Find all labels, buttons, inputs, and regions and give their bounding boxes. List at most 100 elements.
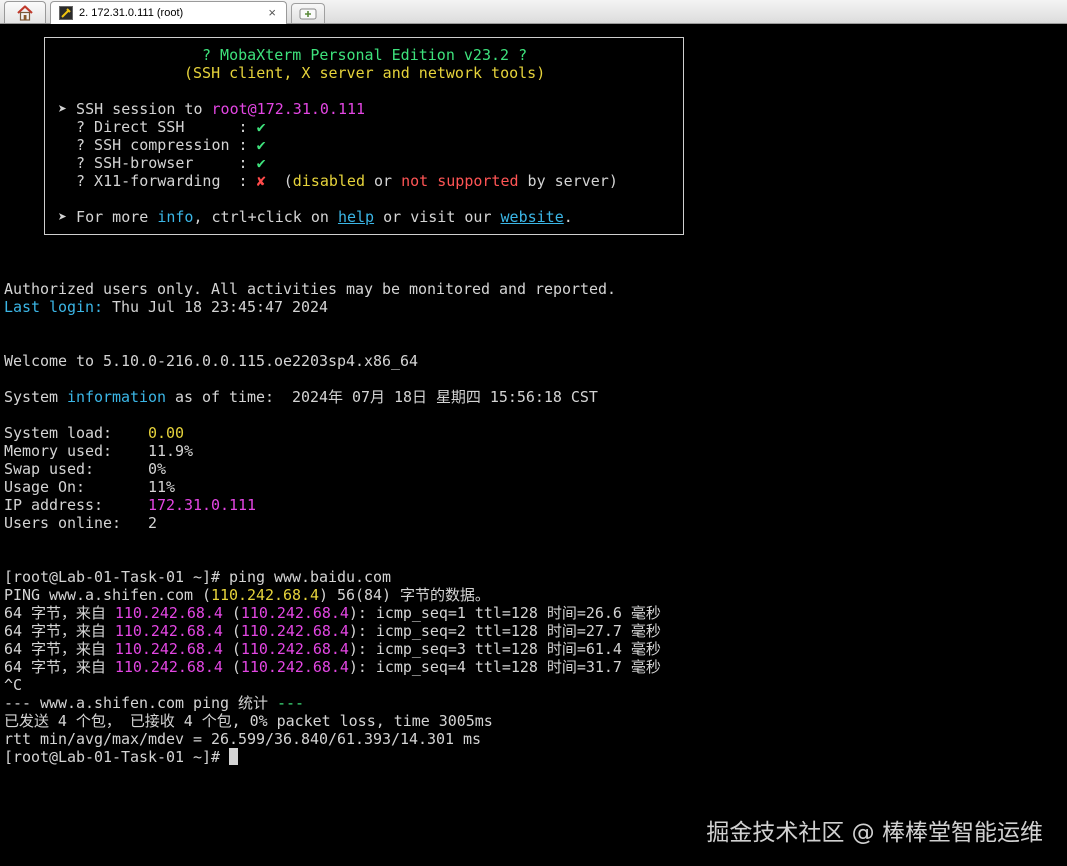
row-label: ? X11-forwarding : <box>76 172 248 190</box>
watermark: 掘金技术社区 @ 棒棒堂智能运维 <box>706 820 1043 846</box>
reply-ip-paren: 110.242.68.4 <box>240 640 349 658</box>
stat-label: System load: <box>4 424 149 442</box>
ping-command-line: [root@Lab-01-Task-01 ~]# ping www.baidu.… <box>4 568 391 586</box>
x11-open: ( <box>283 172 293 190</box>
reply-prefix: 64 字节，来自 <box>4 622 115 640</box>
session-tab-label: 2. 172.31.0.111 (root) <box>79 7 184 19</box>
plus-icon <box>299 8 317 19</box>
reply-open: ( <box>222 604 241 622</box>
stat-value: 11.9% <box>148 442 194 460</box>
ping-header-b: ) 56(84) 字节的数据。 <box>319 586 490 604</box>
session-prefix: ➤ SSH session to <box>58 100 212 118</box>
reply-ip-paren: 110.242.68.4 <box>240 604 349 622</box>
ping-header: PING www.a.shifen.com (110.242.68.4) 56(… <box>4 586 490 604</box>
banner-row-compression: ? SSH compression : ✔ <box>76 136 266 154</box>
interrupt-line: ^C <box>4 676 23 694</box>
cross-icon: ✘ <box>256 172 266 190</box>
stat-value: 11% <box>148 478 176 496</box>
home-icon <box>17 4 33 21</box>
stat-label: Usage On: <box>4 478 149 496</box>
check-icon: ✔ <box>256 136 266 154</box>
welcome-line: Welcome to 5.10.0-216.0.0.115.oe2203sp4.… <box>4 352 419 370</box>
ping-rtt: rtt min/avg/max/mdev = 26.599/36.840/61.… <box>4 730 482 748</box>
website-link[interactable]: website <box>501 208 564 226</box>
close-tab-icon[interactable]: × <box>268 5 276 20</box>
x11-by: by server) <box>518 172 618 190</box>
reply-detail: icmp_seq=1 ttl=128 时间=26.6 毫秒 <box>375 604 661 622</box>
banner-subtitle: (SSH client, X server and network tools) <box>184 64 546 82</box>
ping-header-a: PING www.a.shifen.com ( <box>4 586 212 604</box>
terminal[interactable]: ? MobaXterm Personal Edition v23.2 ? (SS… <box>0 24 1067 866</box>
sysinfo-rest: as of time: 2024年 07月 18日 星期四 15:56:18 C… <box>166 388 598 406</box>
reply-close: ): <box>348 622 376 640</box>
banner-title: ? MobaXterm Personal Edition v23.2 ? <box>202 46 528 64</box>
ping-header-ip: 110.242.68.4 <box>211 586 320 604</box>
reply-ip: 110.242.68.4 <box>114 640 223 658</box>
reply-open: ( <box>222 640 241 658</box>
home-tab[interactable] <box>4 1 46 23</box>
info-word: info <box>157 208 194 226</box>
more-end: . <box>563 208 573 226</box>
session-target: root@172.31.0.111 <box>211 100 366 118</box>
stat-swap: Swap used: 0% <box>4 460 166 478</box>
more-mid: , ctrl+click on <box>193 208 338 226</box>
sysinfo-prefix: System <box>4 388 68 406</box>
stats-header-b: --- <box>267 694 304 712</box>
terminal-cursor <box>229 748 239 765</box>
banner-row-direct-ssh: ? Direct SSH : ✔ <box>76 118 266 136</box>
new-tab-button[interactable] <box>291 3 325 23</box>
stat-label: Memory used: <box>4 442 149 460</box>
stat-label: Users online: <box>4 514 149 532</box>
more-prefix: ➤ For more <box>58 208 158 226</box>
banner-session-line: ➤ SSH session to root@172.31.0.111 <box>58 100 365 118</box>
ping-reply: 64 字节，来自 110.242.68.4 (110.242.68.4): ic… <box>4 658 661 676</box>
ping-reply: 64 字节，来自 110.242.68.4 (110.242.68.4): ic… <box>4 622 661 640</box>
stat-usage: Usage On: 11% <box>4 478 175 496</box>
reply-ip-paren: 110.242.68.4 <box>240 622 349 640</box>
ping-summary: 已发送 4 个包， 已接收 4 个包, 0% packet loss, time… <box>4 712 493 730</box>
banner-row-x11: ? X11-forwarding : ✘ (disabled or not su… <box>76 172 618 190</box>
reply-detail: icmp_seq=3 ttl=128 时间=61.4 毫秒 <box>375 640 661 658</box>
stat-value: 2 <box>148 514 158 532</box>
reply-close: ): <box>348 604 376 622</box>
banner-more-line: ➤ For more info, ctrl+click on help or v… <box>58 208 573 226</box>
stat-value: 172.31.0.111 <box>148 496 257 514</box>
stat-ip: IP address: 172.31.0.111 <box>4 496 256 514</box>
row-label: ? SSH compression : <box>76 136 248 154</box>
shell-prompt: [root@Lab-01-Task-01 ~]# <box>4 568 230 586</box>
stat-users: Users online: 2 <box>4 514 157 532</box>
welcome-banner: ? MobaXterm Personal Edition v23.2 ? (SS… <box>44 37 684 235</box>
help-link[interactable]: help <box>338 208 374 226</box>
shell-prompt: [root@Lab-01-Task-01 ~]# <box>4 748 230 766</box>
stat-memory: Memory used: 11.9% <box>4 442 193 460</box>
stat-value: 0% <box>148 460 167 478</box>
last-login-value: Thu Jul 18 23:45:47 2024 <box>103 298 329 316</box>
reply-prefix: 64 字节，来自 <box>4 658 115 676</box>
row-label: ? SSH-browser : <box>76 154 248 172</box>
authorized-notice: Authorized users only. All activities ma… <box>4 280 617 298</box>
shell-command: ping www.baidu.com <box>229 568 392 586</box>
x11-disabled: disabled <box>292 172 365 190</box>
final-prompt-line[interactable]: [root@Lab-01-Task-01 ~]# <box>4 748 239 766</box>
reply-ip: 110.242.68.4 <box>114 604 223 622</box>
stat-label: IP address: <box>4 496 149 514</box>
reply-ip-paren: 110.242.68.4 <box>240 658 349 676</box>
reply-ip: 110.242.68.4 <box>114 658 223 676</box>
stat-value: 0.00 <box>148 424 185 442</box>
last-login-label: Last login: <box>4 298 104 316</box>
sysinfo-line: System information as of time: 2024年 07月… <box>4 388 598 406</box>
reply-close: ): <box>348 658 376 676</box>
stat-label: Swap used: <box>4 460 149 478</box>
reply-open: ( <box>222 658 241 676</box>
check-icon: ✔ <box>256 154 266 172</box>
stat-system-load: System load: 0.00 <box>4 424 184 442</box>
banner-row-browser: ? SSH-browser : ✔ <box>76 154 266 172</box>
check-icon: ✔ <box>256 118 266 136</box>
reply-prefix: 64 字节，来自 <box>4 604 115 622</box>
reply-detail: icmp_seq=2 ttl=128 时间=27.7 毫秒 <box>375 622 661 640</box>
row-label: ? Direct SSH : <box>76 118 248 136</box>
session-tab[interactable]: 2. 172.31.0.111 (root) × <box>50 1 287 24</box>
last-login-line: Last login: Thu Jul 18 23:45:47 2024 <box>4 298 328 316</box>
reply-close: ): <box>348 640 376 658</box>
reply-detail: icmp_seq=4 ttl=128 时间=31.7 毫秒 <box>375 658 661 676</box>
